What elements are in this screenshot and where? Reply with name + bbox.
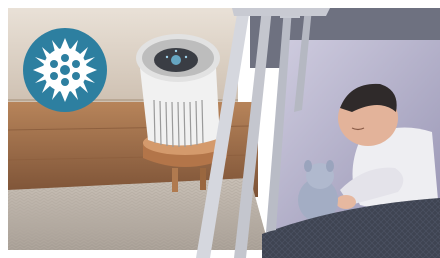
photo-scene (0, 0, 440, 258)
virus-filter-icon (23, 28, 107, 112)
nursery-photo (0, 0, 440, 258)
air-purifier (136, 34, 220, 148)
